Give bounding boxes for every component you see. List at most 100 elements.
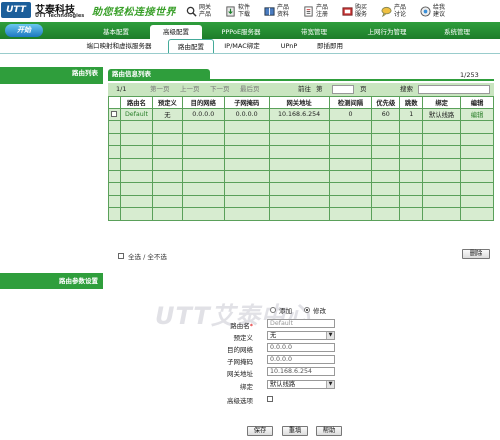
empty-cell [371,145,401,159]
tab-advanced-config[interactable]: 高级配置 [150,25,202,39]
empty-cell [268,194,330,209]
pager-page: 1/1 [116,85,127,93]
empty-cell [223,182,270,196]
table-row-empty [108,182,494,196]
col-route-name: 路由名 [119,96,153,109]
download-icon [226,5,235,17]
empty-cell [108,120,121,134]
gateway-input[interactable]: 10.168.6.254 [267,367,335,376]
topnav-buy-service[interactable]: 购买服务 [336,1,375,21]
subtab-route-config[interactable]: 路由配置 [168,39,214,53]
select-all-label: 全选 / 全不选 [128,253,167,261]
subtab-port-mapping[interactable]: 端口映射和虚拟服务器 [70,39,168,53]
empty-cell [119,145,153,159]
empty-cell [151,132,183,147]
route-name-input[interactable]: Default [267,319,335,328]
advanced-options-checkbox[interactable] [267,396,273,402]
empty-cell [371,157,401,171]
empty-cell [460,207,494,221]
mode-radio-group: 添加 修改 [270,305,326,315]
subnet-mask-input[interactable]: 0.0.0.0 [267,355,335,364]
empty-cell [399,169,424,184]
cell-priority: 60 [371,107,401,122]
pager-first[interactable]: 第一页 [150,83,170,96]
utt-logo[interactable]: UTT [1,2,31,18]
select-all-checkbox[interactable] [118,253,124,259]
tab-pppoe-server[interactable]: PPPoE服务器 [202,25,280,39]
topnav-suggestion[interactable]: 给我建议 [414,1,453,21]
tab-bandwidth-management[interactable]: 带宽管理 [280,25,348,39]
empty-cell [119,169,153,184]
pager-next[interactable]: 下一页 [210,83,230,96]
empty-cell [460,145,494,159]
predefined-select[interactable]: 无 ▼ [267,331,335,340]
empty-cell [460,182,494,196]
table-row-empty [108,120,494,134]
edit-radio[interactable] [304,307,310,313]
table-row[interactable]: Default 无 0.0.0.0 0.0.0.0 10.168.6.254 0… [108,107,494,122]
empty-cell [181,194,225,209]
table-row-empty [108,132,494,147]
dest-network-input[interactable]: 0.0.0.0 [267,343,335,352]
select-all[interactable]: 全选 / 全不选 [118,251,167,261]
delete-button[interactable]: 删除 [462,249,490,259]
empty-cell [328,120,373,134]
topnav-product-discussion[interactable]: 产品讨论 [375,1,414,21]
empty-cell [119,157,153,171]
pager-prev[interactable]: 上一页 [180,83,200,96]
subtab-plug-and-play[interactable]: 即插即用 [308,39,352,53]
tab-behavior-management[interactable]: 上网行为管理 [348,25,426,39]
predefined-value: 无 [270,332,277,339]
save-button[interactable]: 保存 [247,426,273,436]
cell-route-name[interactable]: Default [119,107,153,122]
subtab-ip-mac-binding[interactable]: IP/MAC绑定 [214,39,270,53]
empty-cell [181,145,225,159]
empty-cell [151,207,183,221]
subnet-mask-label: 子网掩码 [227,358,253,366]
topnav-product-register[interactable]: 产品注册 [297,1,336,21]
pager-last[interactable]: 最后页 [240,83,260,96]
search-icon [186,6,197,17]
cell-dest-network: 0.0.0.0 [181,107,225,122]
topnav-product-docs[interactable]: 产品资料 [258,1,297,21]
table-row-empty [108,207,494,221]
col-gateway: 网关地址 [268,96,330,109]
topnav-label: 产品讨论 [394,4,407,18]
empty-cell [399,120,424,134]
tab-basic-config[interactable]: 基本配置 [82,25,150,39]
empty-cell [151,182,183,196]
binding-select[interactable]: 默认线路 ▼ [267,380,335,389]
start-button[interactable]: 开始 [5,24,43,37]
topnav-software-download[interactable]: 软件下载 [219,1,258,21]
book-icon [264,6,275,16]
binding-label: 绑定 [240,383,253,391]
add-radio[interactable] [270,307,276,313]
empty-cell [328,207,373,221]
search-input[interactable] [418,85,490,94]
cell-interval: 0 [328,107,373,122]
dest-network-label: 目的网络 [227,346,253,354]
row-checkbox[interactable] [111,111,118,118]
section-label-route-params: 路由参数设置 [0,273,103,289]
empty-cell [371,194,401,209]
main-tabs: 基本配置 高级配置 PPPoE服务器 带宽管理 上网行为管理 系统管理 [82,25,488,39]
subtab-upnp[interactable]: UPnP [270,39,308,53]
page-number-input[interactable] [332,85,354,94]
table-row-empty [108,157,494,171]
empty-cell [108,132,121,147]
tab-system-management[interactable]: 系统管理 [426,25,488,39]
help-button[interactable]: 帮助 [316,426,342,436]
col-edit: 编辑 [460,96,494,109]
empty-cell [268,145,330,159]
table-pager: 1/1 第一页 上一页 下一页 最后页 前往 第 页 搜索 [108,83,494,96]
reset-button[interactable]: 重填 [282,426,308,436]
empty-cell [399,132,424,147]
pager-search-label: 搜索 [400,85,413,93]
topnav-gateway-products[interactable]: 网关产品 [180,1,219,21]
edit-link[interactable]: 编辑 [460,107,494,122]
empty-cell [422,182,462,196]
empty-cell [422,207,462,221]
empty-cell [328,157,373,171]
empty-cell [422,169,462,184]
empty-cell [371,169,401,184]
